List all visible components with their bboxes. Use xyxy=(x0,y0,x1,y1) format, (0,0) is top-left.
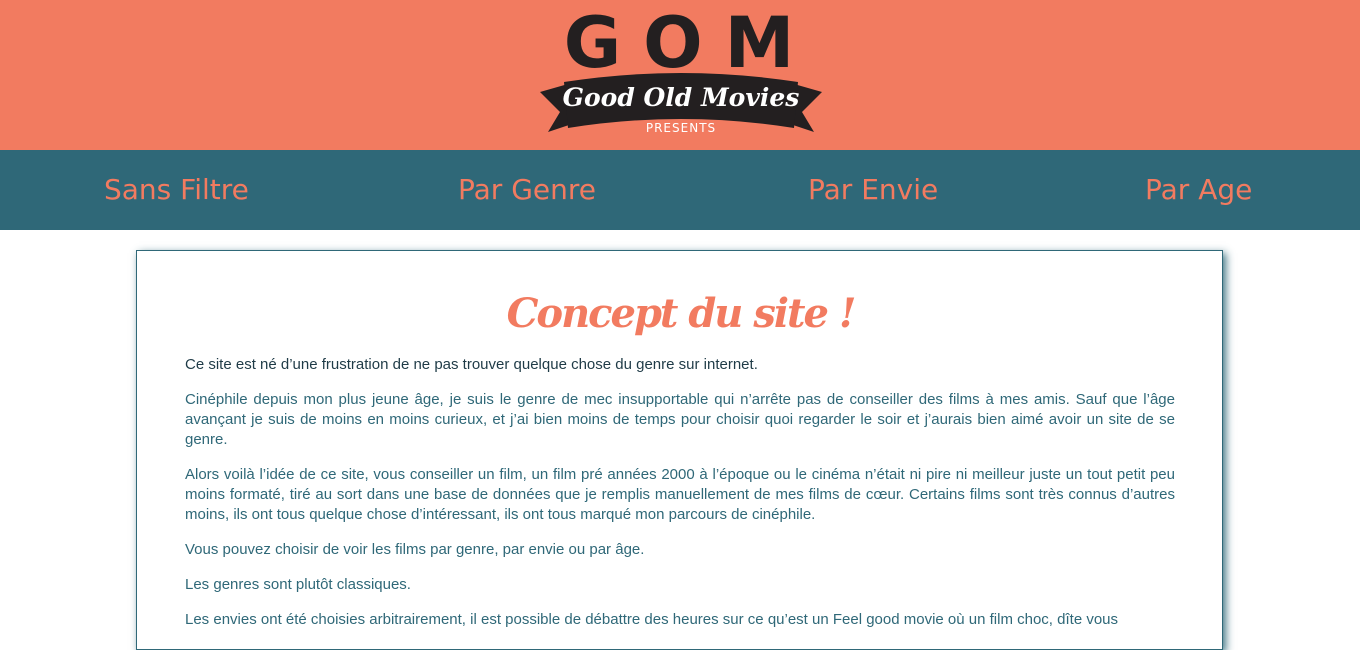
logo-title: GOM xyxy=(563,2,817,84)
nav-sans-filtre[interactable]: Sans Filtre xyxy=(104,170,249,210)
paragraph: Cinéphile depuis mon plus jeune âge, je … xyxy=(185,391,1175,448)
concept-card: Concept du site ! Ce site est né d’une f… xyxy=(136,250,1223,650)
paragraph: Vous pouvez choisir de voir les films pa… xyxy=(185,541,645,558)
logo-presents: PRESENTS xyxy=(645,121,717,135)
logo-tagline: Good Old Movies xyxy=(562,83,800,112)
site-header: GOM Good Old Movies PRESENTS xyxy=(0,0,1360,150)
main-nav: Sans Filtre Par Genre Par Envie Par Age xyxy=(0,150,1360,230)
concept-body: Ce site est né d’une frustration de ne p… xyxy=(185,355,1175,645)
page-title: Concept du site ! xyxy=(506,290,857,337)
nav-par-envie[interactable]: Par Envie xyxy=(808,170,938,210)
paragraph: Les envies ont été choisies arbitraireme… xyxy=(185,611,1119,628)
paragraph: Les genres sont plutôt classiques. xyxy=(185,576,411,593)
site-logo[interactable]: GOM Good Old Movies PRESENTS xyxy=(538,8,824,140)
nav-par-age[interactable]: Par Age xyxy=(1145,170,1252,210)
nav-par-genre[interactable]: Par Genre xyxy=(458,170,596,210)
paragraph: Alors voilà l’idée de ce site, vous cons… xyxy=(185,466,1175,523)
intro-text: Ce site est né d’une frustration de ne p… xyxy=(185,356,758,373)
